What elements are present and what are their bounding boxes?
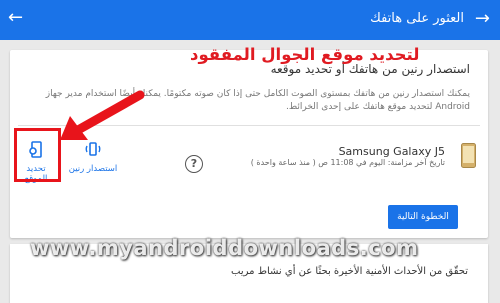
help-icon[interactable]: ? [185,155,203,173]
device-name: Samsung Galaxy J5 [338,145,445,158]
app-bar-title: العثور على هاتفك [370,11,464,26]
next-step-button[interactable]: الخطوة التالية [388,205,458,229]
phone-icon [461,143,476,168]
card-title: استصدار رنين من هاتفك أو تحديد موقعه [270,62,470,76]
top-app-bar: ← العثور على هاتفك → [0,0,500,40]
annotation-box [14,128,61,182]
security-events-text[interactable]: تحقّق من الأحداث الأمنية الأخيرة بحثًا ع… [231,266,468,277]
ring-label: استصدار رنين [68,164,118,174]
ring-button[interactable]: استصدار رنين [68,140,118,174]
ring-phone-icon [85,142,101,156]
arrow-forward-icon[interactable]: → [475,9,490,29]
card-description: يمكنك استصدار رنين من هاتفك بمستوى الصوت… [45,89,470,112]
watermark: www.myandroiddownloads.com [30,236,419,260]
overlay-caption: لتحديد موقع الجوال المفقود [190,45,420,64]
last-sync-text: تاريخ آخر مزامنة: اليوم في 11:08 ص ( منذ… [250,158,445,167]
divider [18,125,480,126]
arrow-back-icon[interactable]: ← [8,8,23,28]
